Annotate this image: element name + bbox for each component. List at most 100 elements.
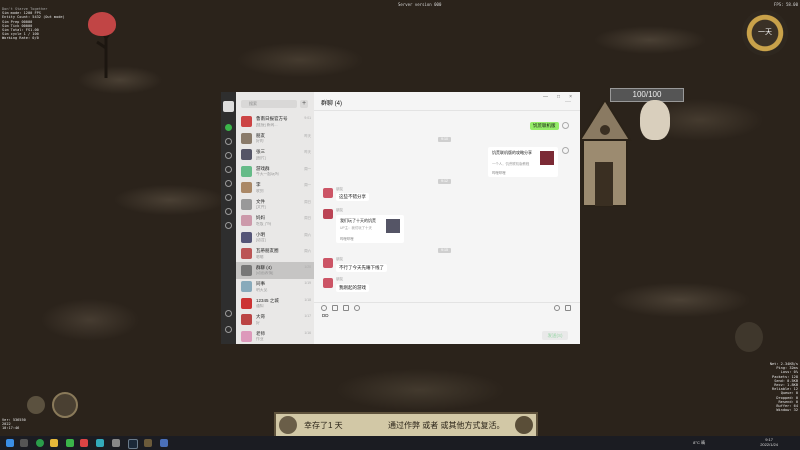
steam-icon[interactable] [128,439,138,449]
pig-character-icon [640,100,670,140]
minimize-button[interactable]: — [543,94,548,100]
user-avatar[interactable] [223,101,234,112]
debug-line: Entity Count: 5432 (Out mode) [2,15,65,20]
their-message-bubble[interactable]: 我刚起的游戏 [336,284,369,292]
conversation-item[interactable]: 李收到 周一 [236,179,314,196]
conversation-preview: 嗯嗯 [256,254,264,259]
screenshot-icon[interactable] [343,305,349,311]
conversation-item[interactable]: 文件 [文件] 周日 [236,196,314,213]
sender-name: 朋友 [336,187,344,191]
conversation-item[interactable]: 群聊 (4) [动画表情] 1/20 [236,261,314,279]
days-survived-text: 幸存了1 天 [304,421,343,430]
search-discover-icon[interactable] [225,208,232,215]
conversation-name: 群聊 (4) [256,264,272,270]
browser-icon[interactable] [36,439,44,447]
revive-hint-text: 通过作弊 或者 或其他方式复活。 [388,421,505,430]
share-icon[interactable] [562,122,569,129]
system-clock[interactable]: 9:17 2022/1/24 [760,437,778,447]
file-icon[interactable] [332,305,338,311]
conversation-item[interactable]: 妈妈 吃饭了吗 周日 [236,212,314,229]
send-button[interactable]: 发送(S) [542,331,568,340]
conversation-name: 大哥 [256,314,265,319]
start-chat-button[interactable]: + [300,100,308,108]
moments-icon[interactable] [225,180,232,187]
fps-counter: FPS: 58.00 [773,2,798,7]
sender-avatar[interactable] [323,258,333,268]
card-source: 哔哩哔哩 [340,237,354,241]
timestamp: 9:15 [438,248,451,253]
timestamp: 9:12 [438,179,451,184]
settings-icon[interactable] [225,326,232,333]
search-input[interactable]: 搜索 [241,100,297,108]
input-toolbar [314,302,580,313]
mini-program-icon[interactable] [225,222,232,229]
conversation-preview: 好 [256,320,260,325]
conversation-time: 1/20 [304,264,311,269]
conversation-avatar [241,297,252,309]
their-message-bubble[interactable]: 不行了今天先睡下线了 [336,264,387,272]
emoji-icon[interactable] [321,305,327,311]
app-icon[interactable] [160,439,168,447]
timestamp: 9:10 [438,137,451,142]
conversation-avatar [241,132,252,144]
conversation-time: 1/16 [304,330,311,335]
start-icon[interactable] [6,439,14,447]
conversation-preview: 今天一起玩吗 [256,172,279,176]
chat-icon[interactable] [225,124,232,131]
contacts-icon[interactable] [225,138,232,145]
map-icon[interactable] [27,396,45,414]
debug-line: Working Rate: 0/0 [2,36,39,41]
conversation-item[interactable]: 瓦蒂朋友圈 嗯嗯 周六 [236,245,314,262]
share-icon[interactable] [562,147,569,154]
wechat-nav-bar [221,92,236,344]
conversation-item[interactable]: 游戏群 今天一起玩吗 周一 [236,163,314,180]
conversation-avatar [241,149,252,160]
app-icon[interactable] [112,439,120,447]
their-message-bubble[interactable]: 这些不错分享 [336,193,369,201]
message-input[interactable]: DD [322,313,329,318]
sender-avatar[interactable] [323,209,333,219]
voice-call-icon[interactable] [554,305,560,311]
my-link-card[interactable]: 饥荒联机版的攻略分享 一个人，饥荒联机版教程 哔哩哔哩 [488,147,558,177]
phone-icon[interactable] [225,310,232,317]
conversation-time: 1/19 [304,281,311,285]
conversation-item[interactable]: 张三 [图片] 昨天 [236,146,314,163]
conversation-name: 瓦蒂朋友圈 [256,248,279,253]
conversation-preview: [语音] [256,238,266,242]
my-message-bubble[interactable]: 饥荒联机版 [530,122,559,130]
conversation-item[interactable]: 同事 明天见 1/19 [236,278,314,295]
app-icon[interactable] [80,439,88,447]
pig-house-icon [578,100,632,207]
sender-avatar[interactable] [323,188,333,198]
more-options-button[interactable]: ··· [565,99,571,105]
their-link-card[interactable]: 我们玩了十天的饥荒 UP主：我们玩了十天 哔哩哔哩 [336,215,404,243]
character-portrait-icon[interactable] [52,392,78,418]
conversation-item[interactable]: 朋友 好的 昨天 [236,130,314,147]
game-taskbar-icon[interactable] [144,439,152,447]
conversation-name: 游戏群 [256,165,270,171]
sender-avatar[interactable] [323,278,333,288]
conversation-preview: [文件] [256,205,266,209]
chat-panel: 群聊 (4) — □ × ··· 饥荒联机版 9:10 饥荒联机版的攻略分享 一… [314,92,580,344]
weather-widget[interactable]: 8°C 晴 [693,440,705,446]
files-icon[interactable] [225,166,232,173]
chat-history-icon[interactable] [354,305,360,311]
conversation-item[interactable]: 12345 之城 通知 1/18 [236,295,314,312]
conversation-item[interactable]: 鲁南日报官方号 [链接] 新闻... 9:01 [236,113,314,130]
channels-icon[interactable] [225,194,232,201]
explorer-icon[interactable] [50,439,58,447]
conversation-avatar [241,182,252,193]
video-call-icon[interactable] [565,305,571,311]
search-icon[interactable] [20,439,28,447]
app-icon[interactable] [96,439,104,447]
wechat-taskbar-icon[interactable] [66,439,74,447]
conversation-item[interactable]: 老师 作业 1/16 [236,328,314,345]
conversation-time: 周日 [304,216,311,220]
maximize-button[interactable]: □ [557,94,560,100]
conversation-time: 昨天 [304,133,311,138]
conversation-item[interactable]: 大哥好 1/17 [236,311,314,328]
conversation-time: 周一 [304,183,311,187]
favorites-icon[interactable] [225,152,232,159]
conversation-avatar [241,281,252,292]
conversation-item[interactable]: 小明 [语音] 周六 [236,229,314,246]
